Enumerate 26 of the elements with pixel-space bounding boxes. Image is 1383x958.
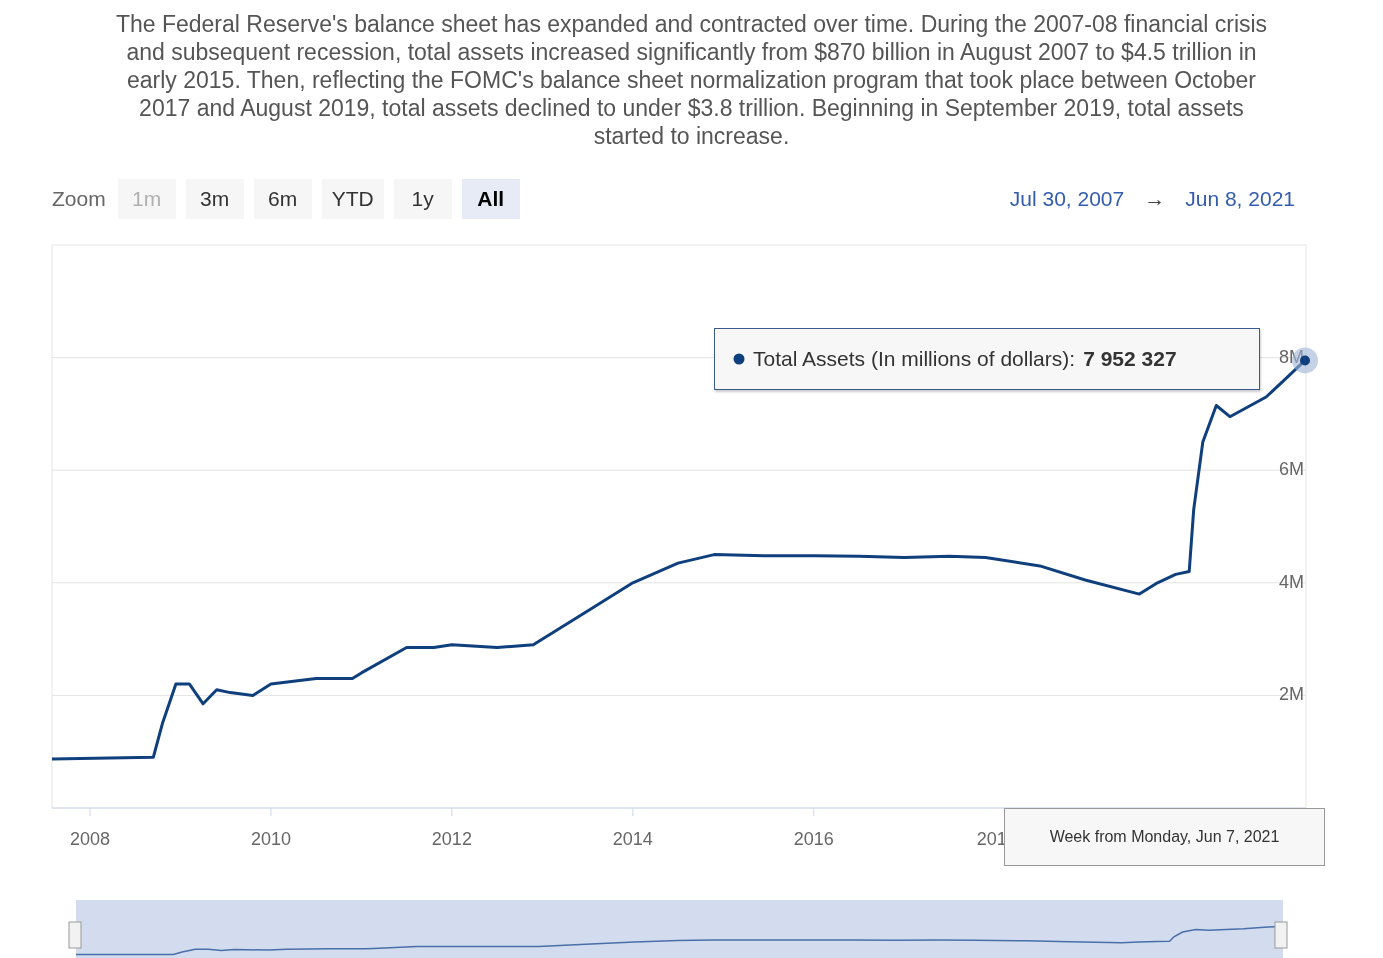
y-axis-label: 2M <box>1279 684 1304 705</box>
range-end[interactable]: Jun 8, 2021 <box>1185 187 1295 211</box>
x-axis-label: 2012 <box>431 829 472 849</box>
zoom-button[interactable]: 3m <box>185 179 244 219</box>
x-axis-label: 2014 <box>612 829 653 849</box>
tooltip-series: Total Assets (In millions of dollars): <box>753 347 1076 371</box>
range-start[interactable]: Jul 30, 2007 <box>1009 187 1125 211</box>
zoom-button[interactable]: YTD <box>321 179 384 219</box>
x-axis-label: 201 <box>976 829 1007 849</box>
range-arrow: → <box>1144 187 1166 211</box>
date-tooltip: Week from Monday, Jun 7, 2021 <box>1004 808 1325 866</box>
description-text: The Federal Reserve's balance sheet has expanded and contracted over time. During the 2007-08 financial crisis and subsequent recession, total assets increased significantly from $870 billion in August 2007 to $4.5 trillion in early 2015. Then, reflecting the FOMC's balance sheet normalization program that took place between October 2017 and August 2019, total assets declined to under $3.8 trillion. Beginning in September 2019, total assets started to increase. <box>114 10 1269 150</box>
navigator-handle[interactable] <box>68 921 82 949</box>
y-axis-label: 4M <box>1279 571 1304 592</box>
series-marker-icon <box>733 353 745 365</box>
zoom-button[interactable]: 1y <box>393 179 452 219</box>
x-axis-label: 2008 <box>69 829 110 849</box>
navigator-handle[interactable] <box>1274 921 1288 949</box>
x-axis-label: 2016 <box>793 829 834 849</box>
zoom-button[interactable]: All <box>461 179 520 219</box>
tooltip-value: 7 952 327 <box>1083 347 1177 371</box>
zoom-button[interactable]: 6m <box>253 179 312 219</box>
x-axis-label: 2010 <box>250 829 291 849</box>
y-axis-label: 6M <box>1279 459 1304 480</box>
navigator-band[interactable] <box>76 900 1283 958</box>
zoom-label: Zoom <box>52 187 106 211</box>
